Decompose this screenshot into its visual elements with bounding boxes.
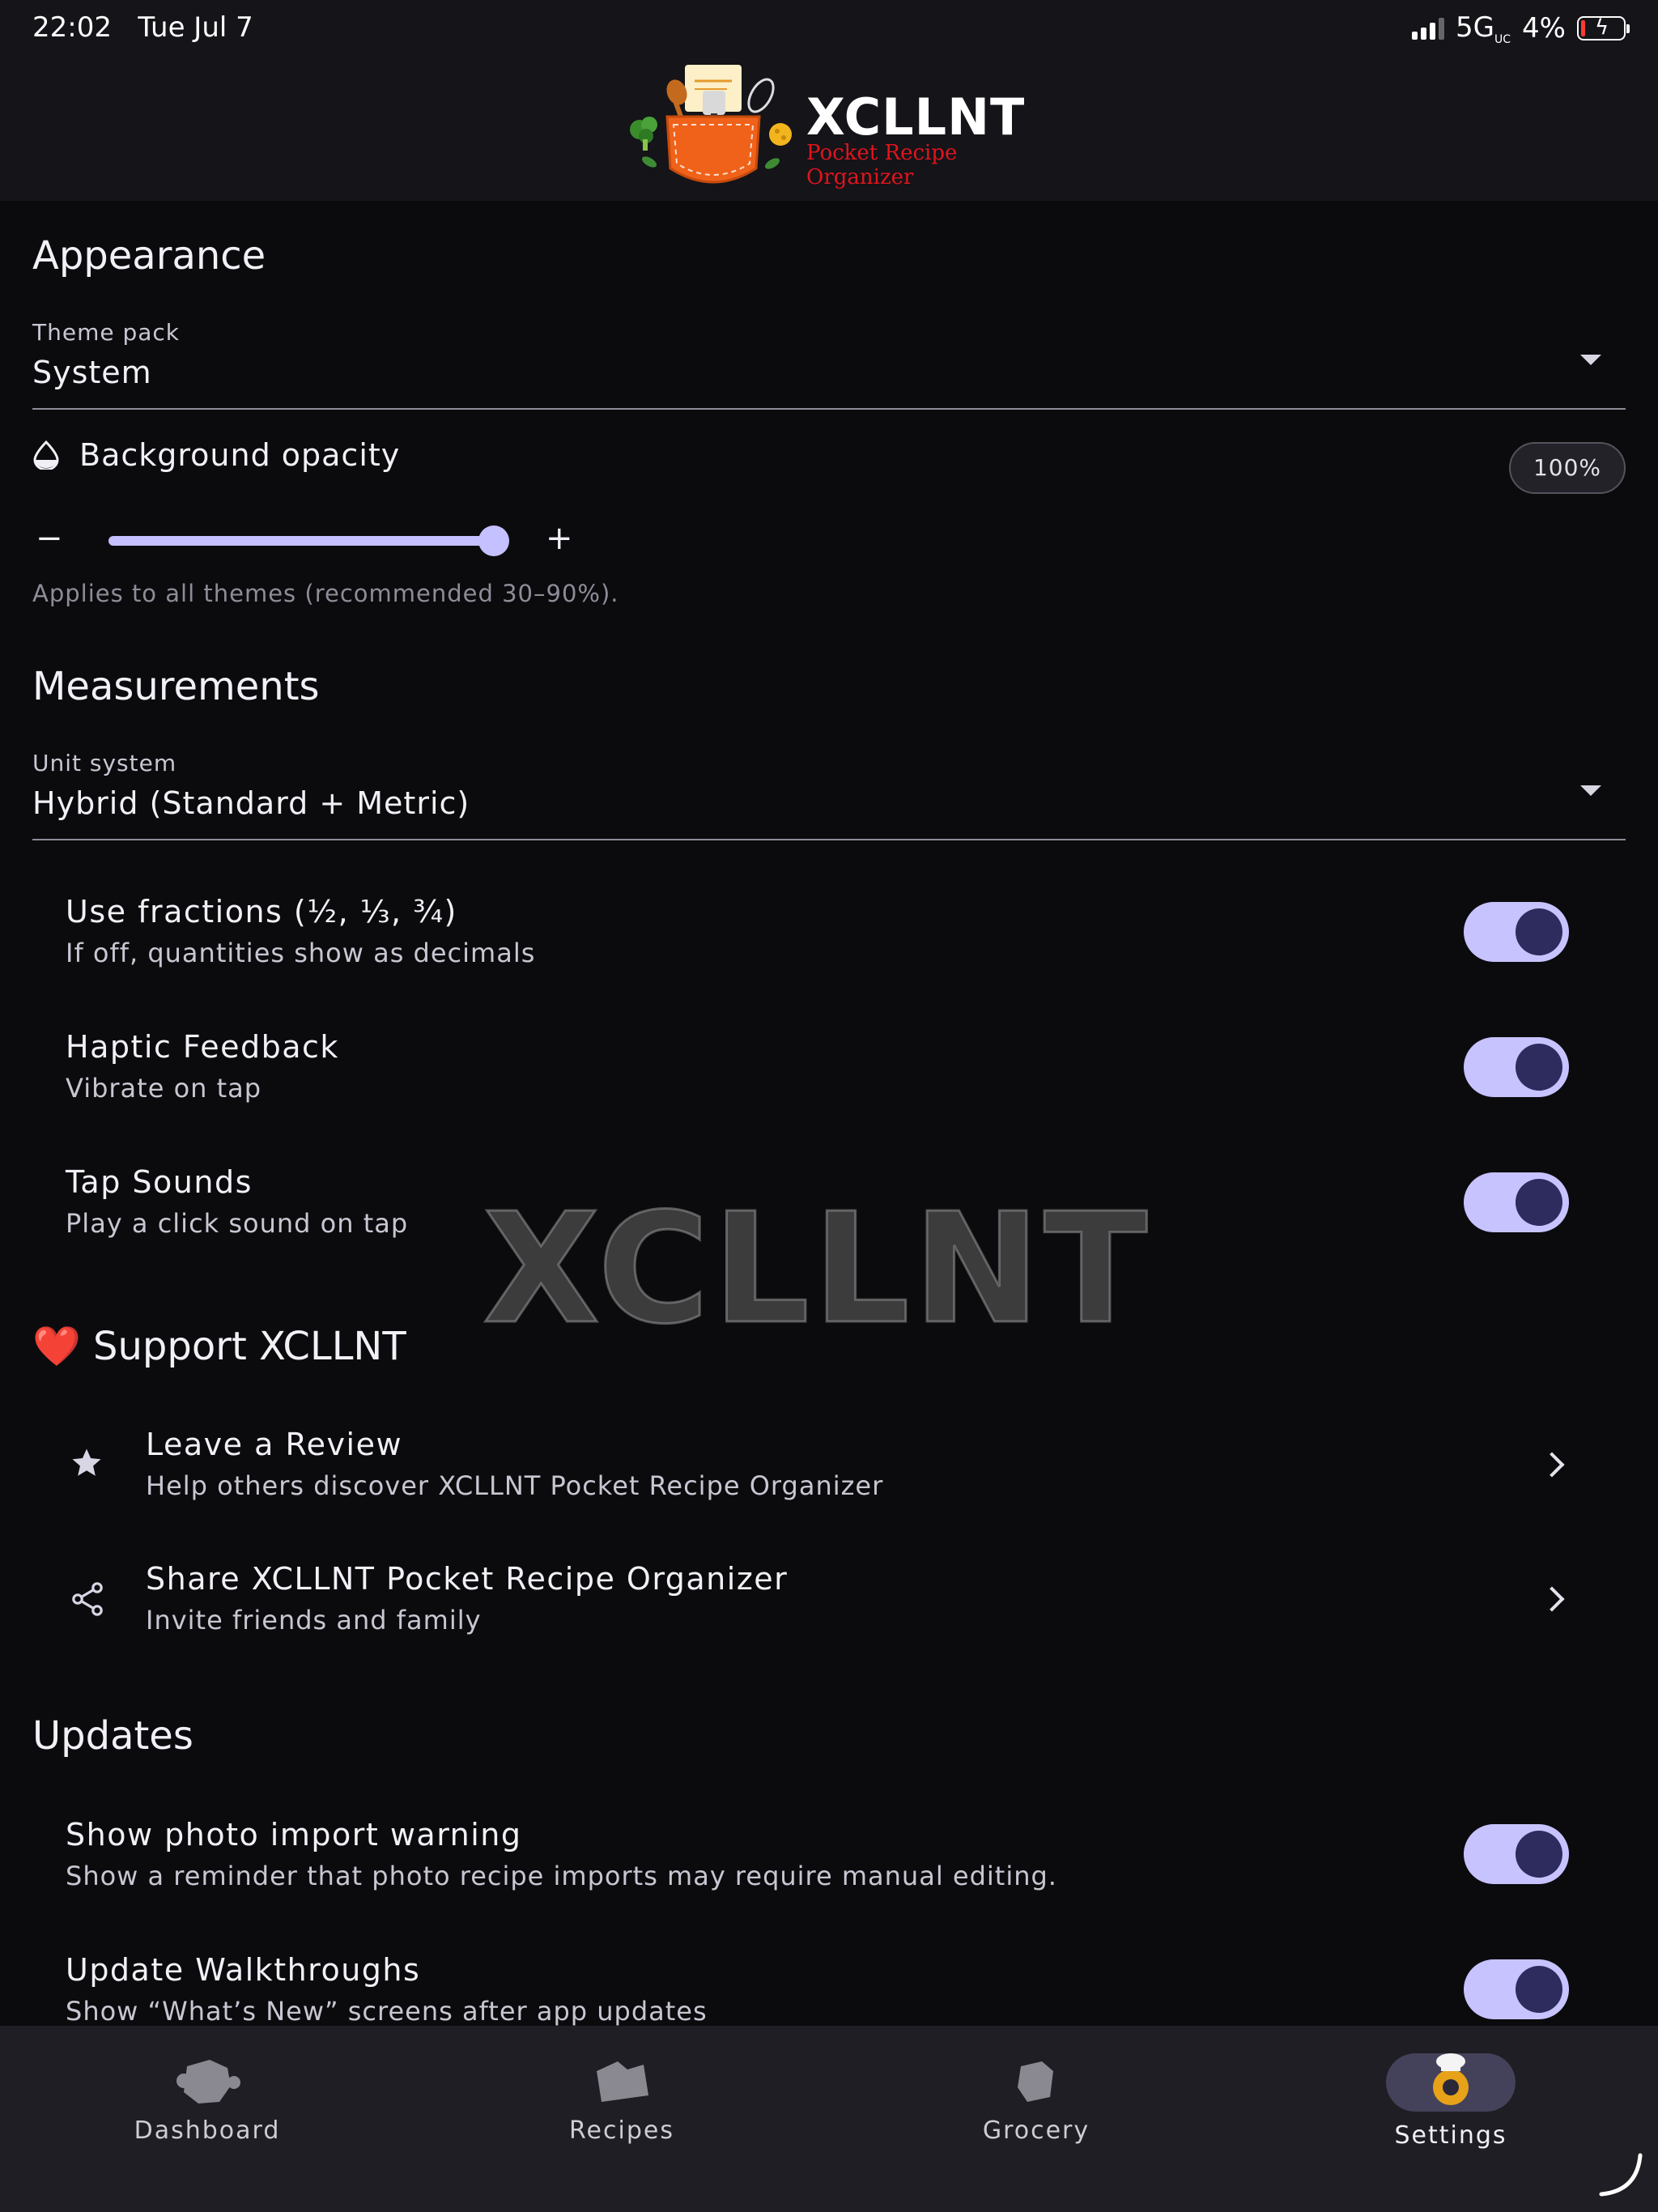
theme-pack-value: System [32,355,152,390]
setting-subtitle: Play a click sound on tap [66,1208,409,1239]
nav-tab-recipes[interactable]: Recipes [414,2026,829,2188]
section-title-support: ❤️ Support XCLLNT [32,1323,406,1369]
nav-label: Grocery [982,2116,1090,2145]
nav-label: Settings [1394,2121,1507,2150]
battery-icon: ϟ [1577,15,1630,41]
status-right: 5GUC 4% ϟ [1412,11,1630,46]
tap-sounds-toggle[interactable] [1464,1172,1569,1232]
setting-title: Tap Sounds [66,1164,253,1200]
walkthroughs-toggle[interactable] [1464,1959,1569,2019]
status-date: Tue Jul 7 [138,11,253,44]
dropdown-arrow-icon [1580,785,1601,796]
watermark: XCLLNT [481,1180,1151,1359]
opacity-slider[interactable] [108,525,509,556]
toggle-knob [1516,1179,1562,1226]
unit-system-underline [32,839,1626,840]
pocket-logo-icon [630,65,792,184]
nav-label: Dashboard [134,2116,281,2145]
nav-label: Recipes [569,2116,674,2145]
opacity-decrease-button[interactable]: − [36,520,63,557]
list-item-title: Share XCLLNT Pocket Recipe Organizer [146,1561,789,1597]
haptic-toggle[interactable] [1464,1037,1569,1097]
list-item-subtitle: Help others discover XCLLNT Pocket Recip… [146,1470,884,1501]
setting-subtitle: Vibrate on tap [66,1073,262,1104]
brand-name: XCLLNT [806,87,1026,147]
network-label: 5GUC [1456,11,1511,46]
nav-tab-grocery[interactable]: Grocery [829,2026,1244,2188]
theme-pack-underline [32,408,1626,410]
toggle-knob [1516,1044,1562,1091]
dashboard-icon [176,2060,240,2104]
opacity-value-badge: 100% [1509,442,1626,494]
photo-warning-toggle[interactable] [1464,1824,1569,1884]
setting-title: Haptic Feedback [66,1029,339,1065]
list-item-subtitle: Invite friends and family [146,1605,482,1636]
background-opacity-row: Background opacity [32,437,400,473]
brand-tagline: Pocket Recipe Organizer [806,141,958,189]
unit-system-value: Hybrid (Standard + Metric) [32,785,470,821]
support-title-text: Support XCLLNT [93,1324,406,1369]
toggle-knob [1516,1966,1562,2013]
section-title-measurements: Measurements [32,664,320,709]
background-opacity-label: Background opacity [79,437,401,473]
opacity-drop-icon [33,440,59,470]
settings-chef-icon [1433,2053,1469,2105]
slider-fill [108,536,494,546]
section-title-updates: Updates [32,1713,193,1759]
setting-subtitle: Show “What’s New” screens after app upda… [66,1996,708,2027]
toggle-knob [1516,1831,1562,1878]
unit-system-label: Unit system [32,750,177,776]
app-header: XCLLNT Pocket Recipe Organizer [0,60,1658,201]
resize-corner-icon [1599,2153,1643,2197]
signal-icon [1412,17,1445,40]
grocery-icon [1018,2061,1053,2102]
chevron-right-icon [1539,1452,1565,1478]
network-suffix: UC [1494,32,1511,46]
star-icon [72,1448,101,1476]
status-time: 22:02 Tue Jul 7 [32,11,253,44]
setting-title: Update Walkthroughs [66,1952,421,1988]
opacity-increase-button[interactable]: + [546,520,573,557]
toggle-knob [1516,908,1562,955]
list-item-title: Leave a Review [146,1427,403,1462]
chevron-right-icon [1539,1586,1565,1612]
setting-title: Show photo import warning [66,1817,522,1853]
section-title-appearance: Appearance [32,233,266,279]
fractions-toggle[interactable] [1464,902,1569,962]
dropdown-arrow-icon [1580,355,1601,365]
setting-subtitle: Show a reminder that photo recipe import… [66,1861,1057,1891]
theme-pack-label: Theme pack [32,319,181,346]
app-logo: XCLLNT Pocket Recipe Organizer [622,60,1036,201]
bottom-nav: Dashboard Recipes Grocery Settings [0,2026,1658,2212]
setting-title: Use fractions (½, ⅓, ¾) [66,894,457,929]
battery-percent: 4% [1522,12,1566,45]
setting-subtitle: If off, quantities show as decimals [66,938,536,968]
slider-thumb[interactable] [478,525,509,556]
share-icon [72,1582,103,1616]
nav-tab-dashboard[interactable]: Dashboard [0,2026,414,2188]
heart-icon: ❤️ [32,1324,81,1369]
recipes-icon [597,2061,648,2102]
status-bar: 22:02 Tue Jul 7 5GUC 4% ϟ [0,0,1658,60]
opacity-hint-text: Applies to all themes (recommended 30–90… [32,580,619,607]
